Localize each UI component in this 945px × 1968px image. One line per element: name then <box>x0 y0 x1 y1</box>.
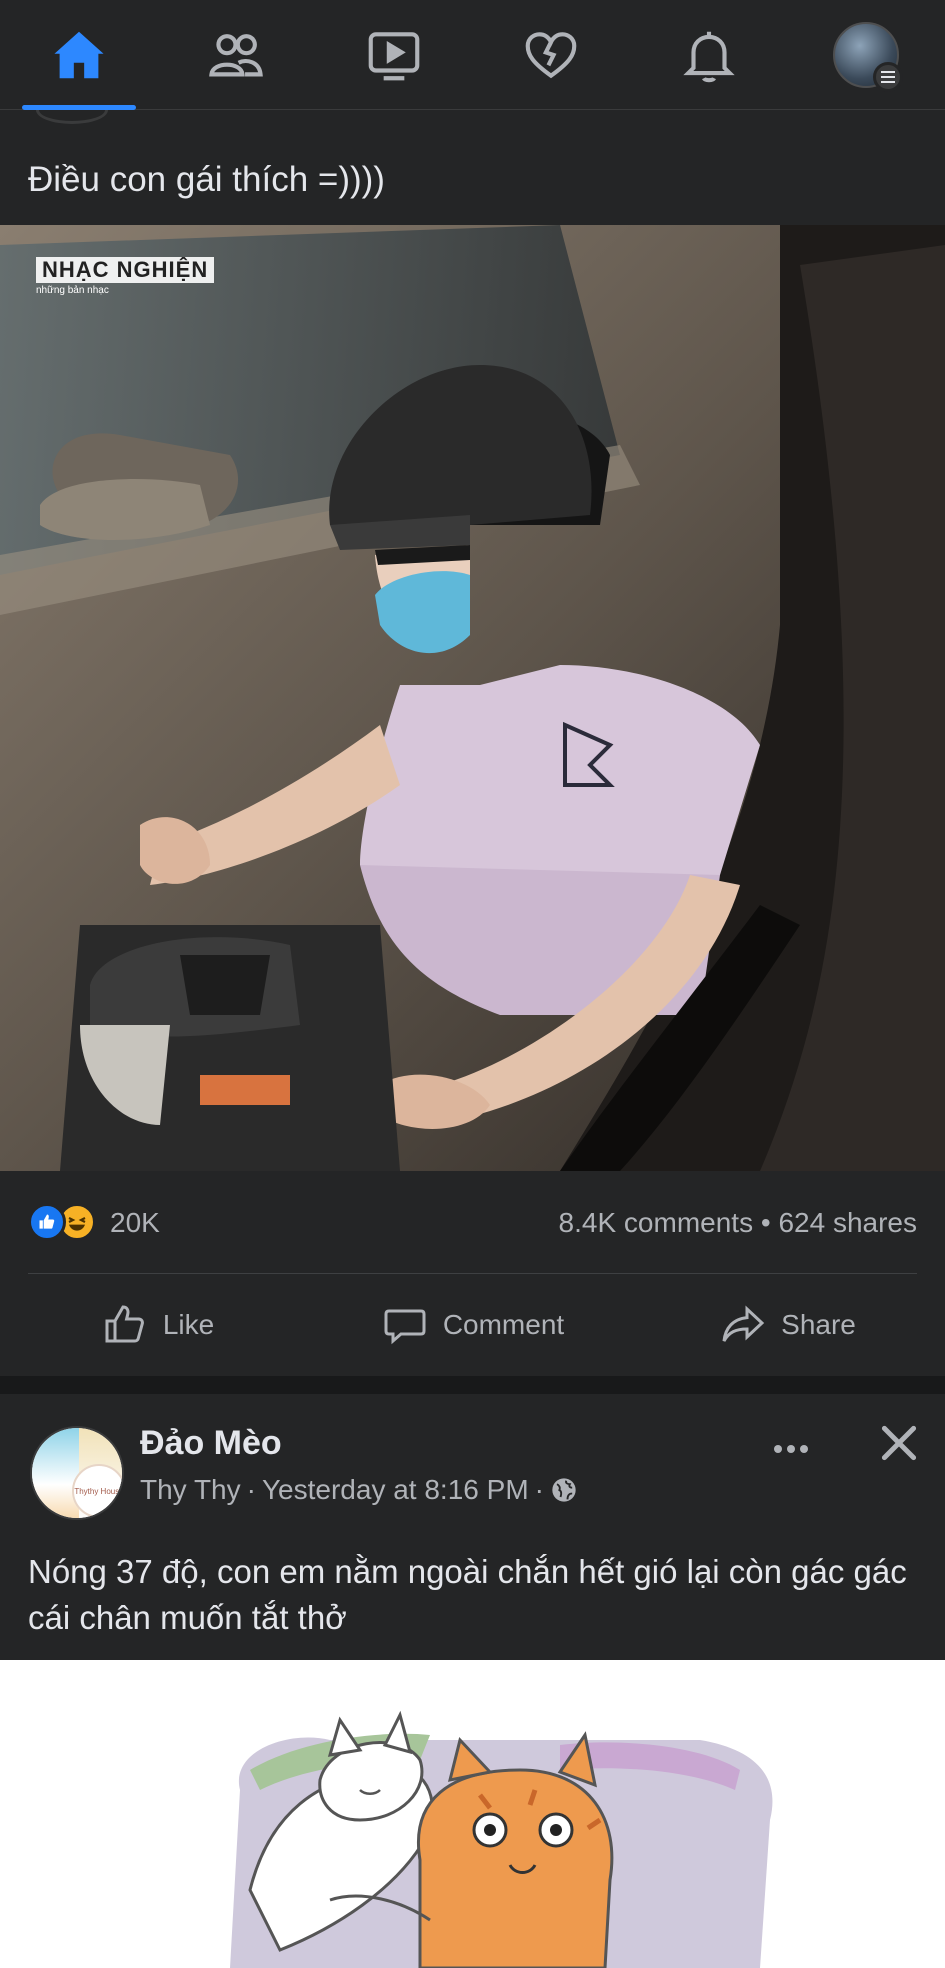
page-avatar[interactable]: Thythy House <box>30 1426 124 1520</box>
post-photo[interactable]: NHẠC NGHIỆN những bản nhạc <box>0 225 945 1171</box>
post-timestamp[interactable]: Yesterday at 8:16 PM <box>262 1474 529 1506</box>
home-icon <box>54 31 104 78</box>
globe-icon <box>552 1478 576 1502</box>
like-button[interactable]: Like <box>0 1274 315 1376</box>
photo-illustration <box>0 225 945 1171</box>
separator-dot: • <box>760 1207 771 1238</box>
comment-button[interactable]: Comment <box>315 1274 630 1376</box>
shares-count[interactable]: 624 shares <box>778 1207 917 1238</box>
page-name[interactable]: Đảo Mèo <box>140 1424 282 1463</box>
close-icon[interactable] <box>874 1418 924 1468</box>
comments-count[interactable]: 8.4K comments <box>559 1207 754 1238</box>
friends-icon <box>209 33 264 76</box>
more-dots-icon <box>774 1445 782 1453</box>
nav-home-tab[interactable] <box>14 0 144 110</box>
nav-menu-tab[interactable] <box>801 0 931 110</box>
avatar <box>36 110 108 124</box>
watermark-logo: NHẠC NGHIỆN những bản nhạc <box>36 257 216 297</box>
nav-dating-tab[interactable] <box>486 0 616 110</box>
cat-illustration <box>230 1710 773 1968</box>
nav-friends-tab[interactable] <box>171 0 301 110</box>
post-text: Nóng 37 độ, con em nằm ngoài chắn hết gi… <box>28 1553 907 1636</box>
reaction-summary[interactable]: 20K 8.4K comments • 624 shares <box>0 1171 945 1273</box>
top-navigation-bar <box>0 0 945 110</box>
like-reaction-icon <box>28 1203 66 1241</box>
bell-icon <box>683 31 735 82</box>
reaction-icons <box>28 1203 104 1243</box>
share-button[interactable]: Share <box>630 1274 945 1376</box>
share-label: Share <box>781 1309 856 1340</box>
post-text: Điều con gái thích =)))) <box>28 160 385 199</box>
feed-separator <box>0 1376 945 1394</box>
thumbs-up-icon <box>105 1305 144 1343</box>
author-name[interactable]: Thy Thy <box>140 1474 241 1506</box>
profile-avatar <box>833 21 904 92</box>
meta-separator: · <box>534 1474 544 1505</box>
meta-separator: · <box>246 1474 256 1505</box>
post-action-bar: Like Comment Share <box>0 1274 945 1376</box>
heart-icon <box>525 31 577 78</box>
post-header-clipped <box>0 110 945 126</box>
feed-post: Điều con gái thích =)))) NHẠC NGHIỆN nhữ… <box>0 110 945 1376</box>
avatar-inner-logo: Thythy House <box>72 1464 122 1518</box>
post-meta: Thy Thy · Yesterday at 8:16 PM · <box>140 1474 578 1506</box>
reaction-count[interactable]: 20K <box>110 1207 160 1239</box>
like-label: Like <box>162 1309 215 1340</box>
share-icon <box>722 1305 765 1342</box>
feed-post: Thythy House Đảo Mèo Thy Thy · Yesterday… <box>0 1394 945 1968</box>
comment-icon <box>384 1309 426 1345</box>
comment-label: Comment <box>442 1309 565 1340</box>
more-options-button[interactable] <box>766 1424 816 1474</box>
comment-share-counts: 8.4K comments • 624 shares <box>559 1207 917 1239</box>
video-icon <box>368 31 420 80</box>
post-photo[interactable] <box>0 1660 945 1968</box>
nav-watch-tab[interactable] <box>329 0 459 110</box>
menu-icon <box>873 61 904 92</box>
nav-notifications-tab[interactable] <box>644 0 774 110</box>
